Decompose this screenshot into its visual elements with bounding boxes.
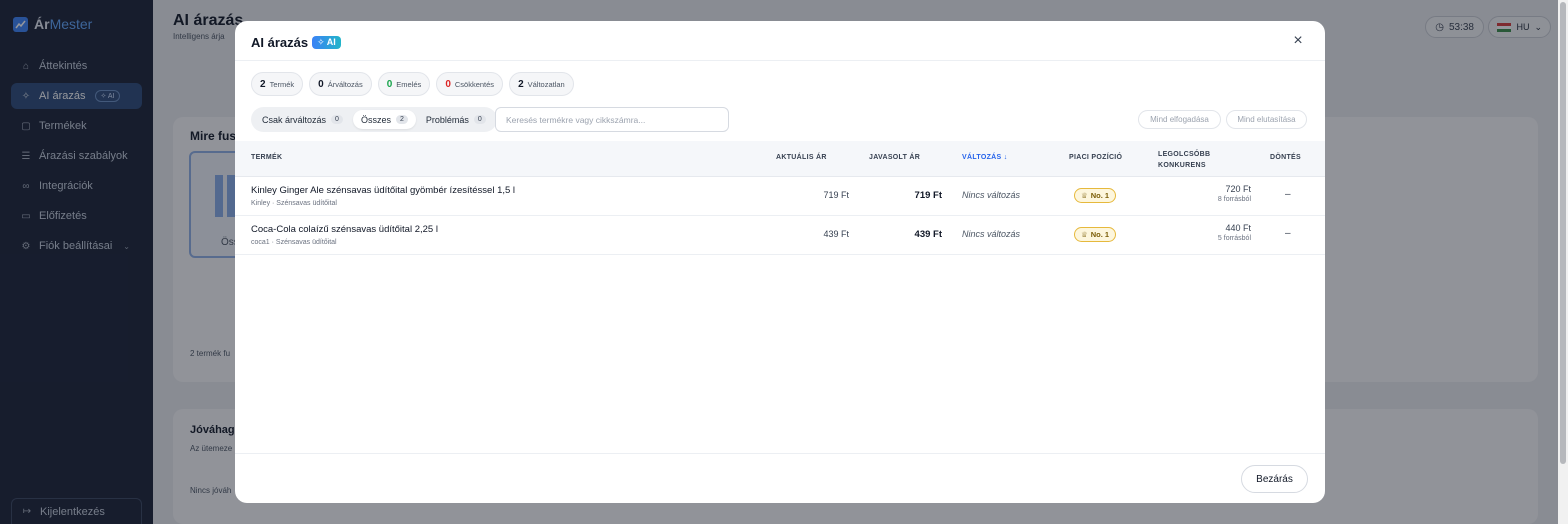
stat-label: Árváltozás: [327, 79, 363, 89]
stat-label: Csökkentés: [454, 79, 495, 89]
stat-value: 0: [318, 78, 324, 90]
scrollbar-thumb[interactable]: [1560, 2, 1566, 464]
close-icon[interactable]: ×: [1291, 33, 1305, 49]
current-price: 719 Ft: [823, 190, 849, 200]
tab-all[interactable]: Összes 2: [352, 110, 416, 129]
tab-count: 0: [473, 115, 486, 124]
tab-label: Problémás: [425, 114, 469, 125]
cheapest-competitor: 440 Ft 5 forrásból: [1218, 223, 1251, 242]
col-label-line1: Legolcsóbb: [1158, 151, 1211, 158]
ai-badge: ✧ AI: [312, 36, 341, 49]
stat-label: Termék: [269, 79, 295, 89]
tab-count: 2: [395, 115, 408, 124]
search-input[interactable]: [495, 107, 729, 132]
suggested-price: 439 Ft: [914, 229, 942, 240]
stat-products: 2 Termék: [251, 72, 304, 96]
modal-title: AI árazás ✧ AI: [251, 35, 341, 50]
stat-label: Emelés: [396, 79, 422, 89]
competitor-price: 720 Ft: [1225, 184, 1251, 194]
col-product[interactable]: Termék: [251, 154, 282, 161]
stat-unchanged: 2 Változatlan: [509, 72, 574, 96]
stat-value: 0: [445, 78, 451, 90]
modal-footer: Bezárás: [235, 453, 1325, 503]
decision-value[interactable]: –: [1285, 228, 1291, 239]
trophy-icon: ♕: [1081, 191, 1088, 200]
stat-value: 2: [518, 78, 524, 90]
cheapest-competitor: 720 Ft 8 forrásból: [1218, 184, 1251, 203]
position-label: No. 1: [1090, 230, 1110, 239]
tab-label: Csak árváltozás: [262, 114, 327, 125]
market-position-badge: ♕ No. 1: [1074, 188, 1117, 203]
table-header: Termék Aktuális ár Javasolt ár Változás …: [235, 141, 1325, 177]
filter-tabs: Csak árváltozás 0 Összes 2 Problémás 0: [251, 107, 497, 132]
ai-pricing-modal: AI árazás ✧ AI × 2 Termék 0 Árváltozás 0 Em…: [235, 21, 1325, 503]
tab-price-changes-only[interactable]: Csak árváltozás 0: [254, 110, 351, 129]
stat-value: 2: [260, 78, 266, 90]
col-current-price[interactable]: Aktuális ár: [776, 154, 827, 161]
market-position-badge: ♕ No. 1: [1074, 227, 1117, 242]
stat-price-changes: 0 Árváltozás: [309, 72, 372, 96]
product-meta: Kinley · Szénsavas üdítőital: [251, 200, 337, 207]
col-decision: Döntés: [1270, 154, 1301, 161]
reject-all-button[interactable]: Mind elutasítása: [1226, 110, 1307, 129]
position-label: No. 1: [1090, 191, 1110, 200]
page-scrollbar[interactable]: [1558, 0, 1568, 524]
col-market-position[interactable]: Piaci pozíció: [1069, 154, 1122, 161]
table-row[interactable]: Kinley Ginger Ale szénsavas üdítőital gy…: [235, 177, 1325, 216]
col-cheapest-competitor[interactable]: Legolcsóbb konkurens: [1158, 149, 1210, 171]
suggested-price: 719 Ft: [914, 190, 942, 201]
tab-problematic[interactable]: Problémás 0: [418, 110, 494, 129]
competitor-sources: 5 forrásból: [1217, 235, 1251, 242]
trophy-icon: ♕: [1081, 230, 1088, 239]
stat-decreases: 0 Csökkentés: [436, 72, 504, 96]
stat-value: 0: [386, 78, 393, 90]
decision-value[interactable]: –: [1285, 189, 1291, 200]
stat-increases: 0 Emelés: [377, 72, 431, 96]
modal-title-text: AI árazás: [251, 35, 309, 50]
product-name: Coca-Cola colaízű szénsavas üdítőital 2,…: [251, 224, 438, 235]
table-row[interactable]: Coca-Cola colaízű szénsavas üdítőital 2,…: [235, 216, 1325, 255]
product-meta: coca1 · Szénsavas üdítőital: [251, 239, 337, 246]
current-price: 439 Ft: [823, 229, 849, 239]
modal-header: AI árazás ✧ AI ×: [235, 21, 1325, 61]
stats-row: 2 Termék 0 Árváltozás 0 Emelés 0 Csökkentés …: [251, 72, 574, 96]
competitor-sources: 8 forrásból: [1217, 196, 1251, 203]
stat-label: Változatlan: [527, 79, 565, 89]
col-label-line2: konkurens: [1158, 162, 1206, 169]
tab-label: Összes: [360, 114, 391, 125]
close-button[interactable]: Bezárás: [1241, 465, 1308, 493]
price-change: Nincs változás: [962, 190, 1021, 200]
tab-count: 0: [331, 115, 343, 124]
col-suggested-price[interactable]: Javasolt ár: [869, 154, 920, 161]
accept-all-button[interactable]: Mind elfogadása: [1138, 110, 1221, 129]
col-change[interactable]: Változás ↓: [962, 154, 1008, 161]
competitor-price: 440 Ft: [1225, 223, 1251, 233]
price-change: Nincs változás: [962, 229, 1021, 239]
product-name: Kinley Ginger Ale szénsavas üdítőital gy…: [251, 185, 516, 196]
